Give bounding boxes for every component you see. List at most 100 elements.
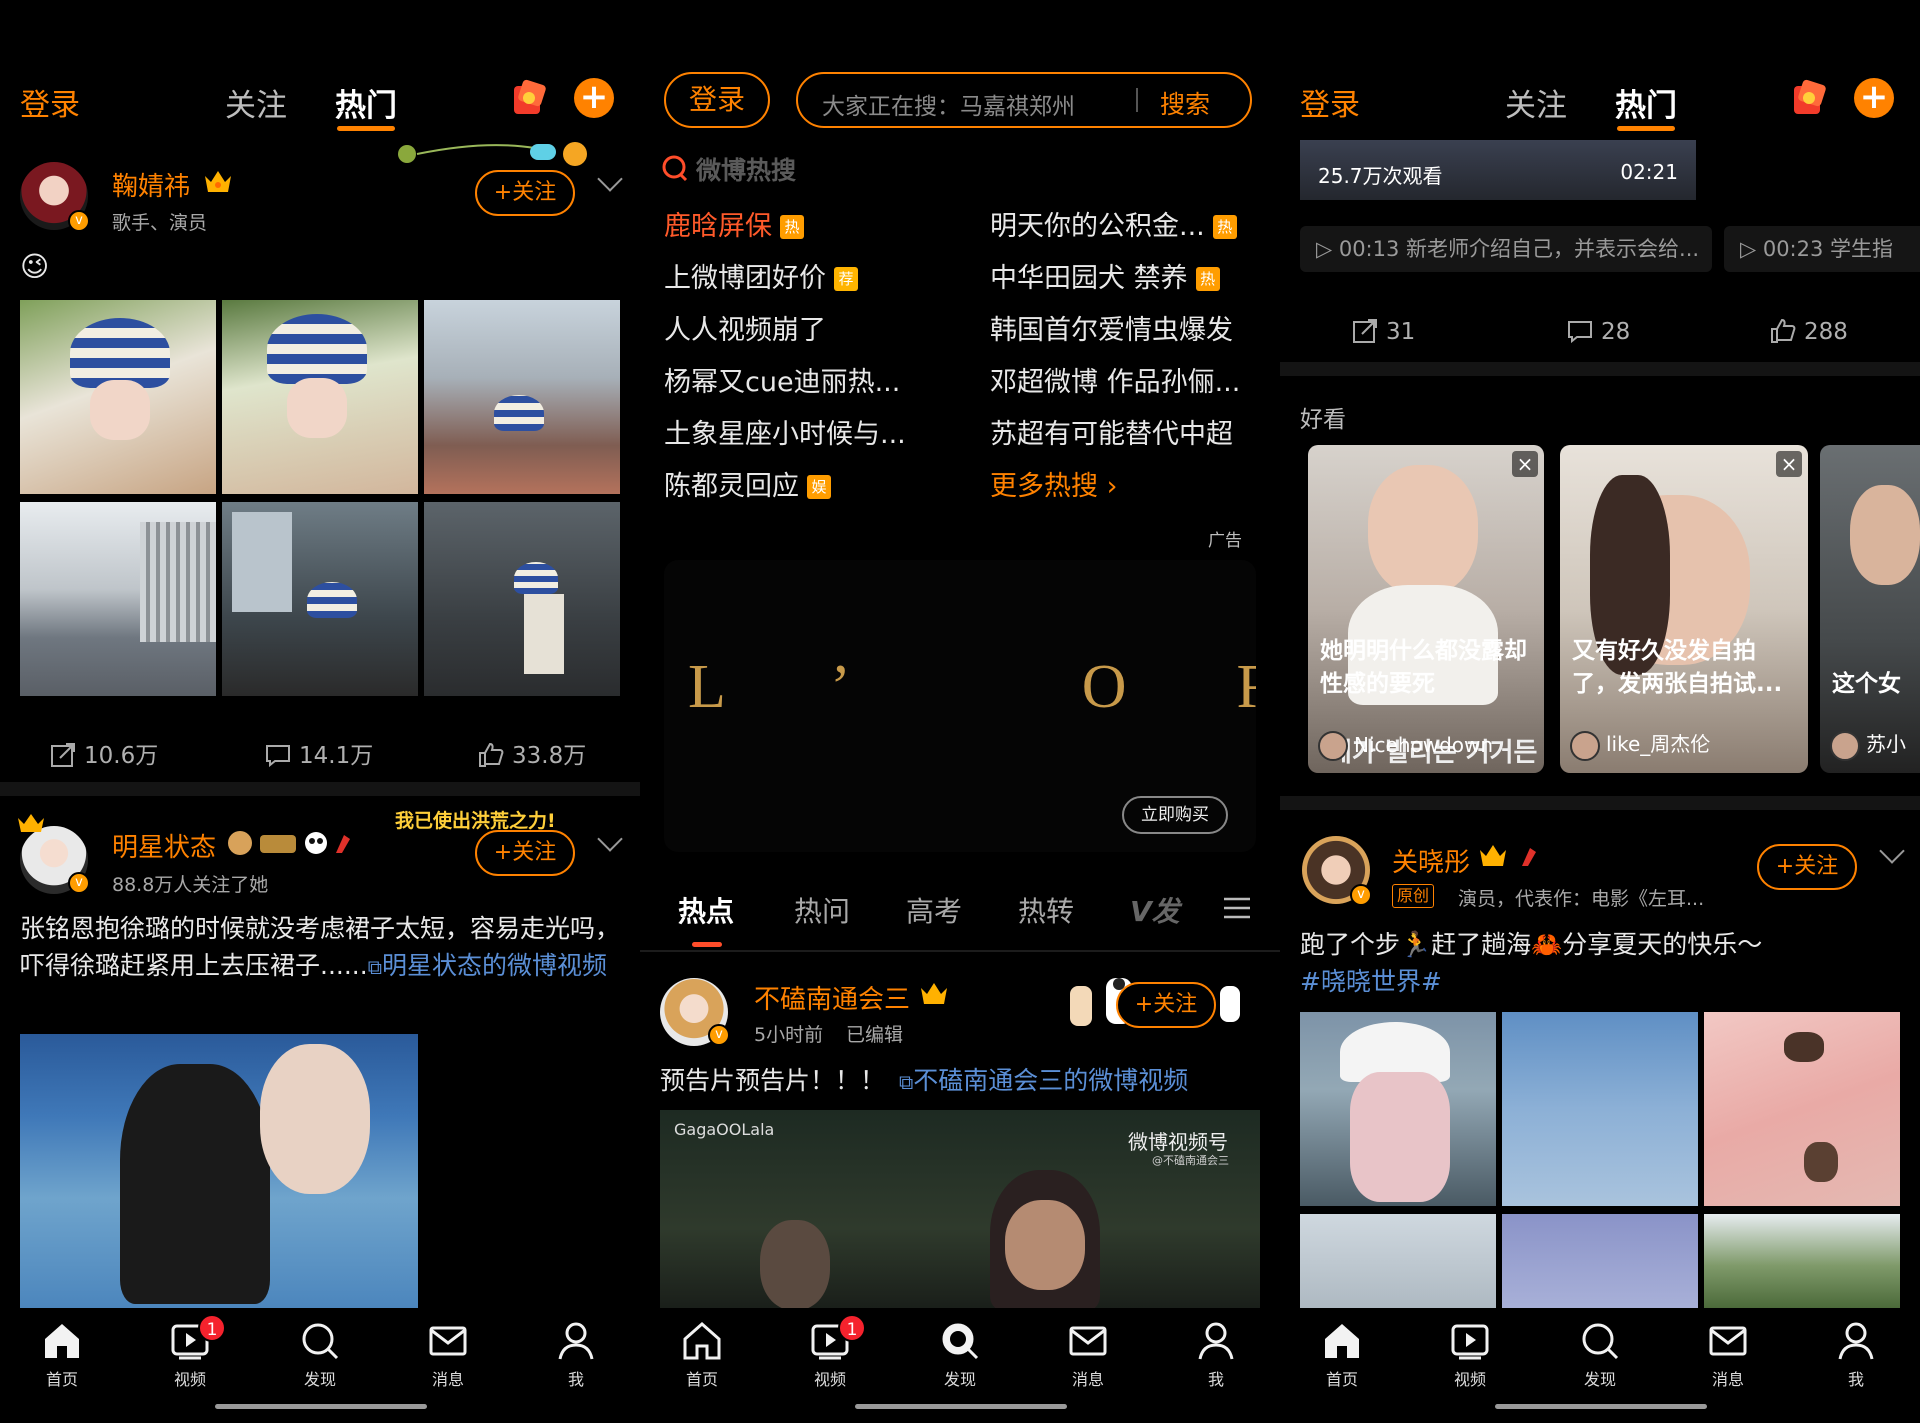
post-photo[interactable] bbox=[20, 502, 216, 696]
nav-messages[interactable]: 消息 bbox=[1688, 1320, 1768, 1390]
edited-label: 已编辑 bbox=[846, 1024, 904, 1046]
post-photo[interactable] bbox=[1704, 1012, 1900, 1206]
post-photo[interactable] bbox=[20, 300, 216, 494]
username[interactable]: 关晓彤 bbox=[1392, 842, 1470, 879]
subtab-questions[interactable]: 热问 bbox=[794, 890, 850, 930]
comment-stat[interactable]: 14.1万 bbox=[265, 736, 373, 770]
home-icon bbox=[683, 1321, 721, 1360]
red-packet-icon[interactable] bbox=[1790, 78, 1828, 118]
subtab-hotspot[interactable]: 热点 bbox=[678, 890, 734, 930]
post-photo[interactable] bbox=[1704, 1214, 1900, 1308]
username[interactable]: 鞠婧祎 bbox=[112, 166, 190, 203]
hot-search-item[interactable]: 鹿晗屏保热 bbox=[664, 204, 804, 243]
decoration-sticker-icon bbox=[398, 142, 587, 166]
nav-video[interactable]: 视频 1 bbox=[150, 1314, 230, 1390]
nav-me[interactable]: 我 bbox=[536, 1320, 616, 1390]
buy-now-button[interactable]: 立即购买 bbox=[1122, 796, 1228, 834]
post-photo[interactable] bbox=[424, 300, 620, 494]
nav-home[interactable]: 首页 bbox=[662, 1320, 742, 1390]
subtab-vfa[interactable]: V发 bbox=[1130, 890, 1180, 930]
nav-messages[interactable]: 消息 bbox=[1048, 1320, 1128, 1390]
compose-plus-button[interactable]: + bbox=[1854, 78, 1894, 118]
follow-button[interactable]: +关注 bbox=[1757, 844, 1857, 890]
tab-follow[interactable]: 关注 bbox=[1505, 80, 1567, 125]
verified-badge-icon: v bbox=[1350, 884, 1372, 906]
nav-discover[interactable]: 发现 bbox=[1560, 1320, 1640, 1390]
hashtag-link[interactable]: #晓晓世界# bbox=[1300, 967, 1442, 996]
hot-search-item[interactable]: 邓超微博 作品孙俪... bbox=[990, 360, 1240, 399]
post-photo[interactable] bbox=[222, 502, 418, 696]
recommend-card[interactable]: 又有好久没发自拍了，发两张自拍试... like_周杰伦 × bbox=[1560, 445, 1808, 773]
hot-search-item[interactable]: 韩国首尔爱情虫爆发 bbox=[990, 308, 1233, 347]
hot-search-item[interactable]: 陈都灵回应娱 bbox=[664, 464, 831, 503]
username[interactable]: 明星状态 bbox=[112, 827, 216, 864]
video-chapter-suggestion[interactable]: ▷ 00:23 学生指 bbox=[1724, 226, 1920, 272]
follow-button[interactable]: +关注 bbox=[475, 170, 575, 216]
recommend-card[interactable]: 데가 빌리는 거거든 她明明什么都没露却性感的要死 Nicehowdown × bbox=[1308, 445, 1544, 773]
repost-stat[interactable]: 10.6万 bbox=[50, 736, 158, 770]
follow-button[interactable]: +关注 bbox=[475, 830, 575, 876]
nav-video[interactable]: 视频 1 bbox=[790, 1314, 870, 1390]
compose-plus-button[interactable]: + bbox=[574, 78, 614, 118]
red-packet-icon[interactable] bbox=[510, 78, 548, 118]
nav-video[interactable]: 视频 bbox=[1430, 1320, 1510, 1390]
top-bar: 登录 关注 热门 + bbox=[1280, 70, 1920, 134]
home-indicator bbox=[1495, 1404, 1707, 1409]
repost-stat[interactable]: 31 bbox=[1352, 318, 1415, 345]
hot-search-item[interactable]: 人人视频崩了 bbox=[664, 308, 826, 347]
hot-search-item[interactable]: 苏超有可能替代中超 bbox=[990, 412, 1233, 451]
chevron-down-icon[interactable] bbox=[597, 826, 623, 852]
close-icon[interactable]: × bbox=[1512, 451, 1538, 477]
nav-me[interactable]: 我 bbox=[1176, 1320, 1256, 1390]
search-button[interactable]: 搜索 bbox=[1160, 85, 1210, 121]
card-user: Nicehowdown bbox=[1354, 733, 1494, 757]
search-box[interactable]: 大家正在搜：马嘉祺郑州 搜索 bbox=[796, 72, 1252, 128]
video-link[interactable]: ⧉不磕南通会三的微博视频 bbox=[899, 1066, 1188, 1095]
post-photo[interactable] bbox=[424, 502, 620, 696]
video-thumbnail[interactable]: 25.7万次观看 02:21 bbox=[1300, 140, 1696, 200]
subtab-hot-repost[interactable]: 热转 bbox=[1018, 890, 1074, 930]
home-indicator bbox=[215, 1404, 427, 1409]
video-thumbnail[interactable] bbox=[20, 1034, 418, 1308]
more-hot-search-link[interactable]: 更多热搜 › bbox=[990, 464, 1117, 503]
tab-hot[interactable]: 热门 bbox=[1615, 80, 1677, 131]
hot-search-item[interactable]: 明天你的公积金... 热 bbox=[990, 204, 1237, 243]
like-stat[interactable]: 288 bbox=[1770, 318, 1848, 345]
nav-home[interactable]: 首页 bbox=[22, 1320, 102, 1390]
tab-follow[interactable]: 关注 bbox=[225, 80, 287, 125]
comment-stat[interactable]: 28 bbox=[1567, 318, 1630, 345]
nav-messages[interactable]: 消息 bbox=[408, 1320, 488, 1390]
login-button[interactable]: 登录 bbox=[664, 72, 770, 128]
nav-home[interactable]: 首页 bbox=[1302, 1320, 1382, 1390]
follow-button[interactable]: +关注 bbox=[1116, 982, 1216, 1028]
post-photo[interactable] bbox=[1300, 1214, 1496, 1308]
username[interactable]: 不磕南通会三 bbox=[754, 979, 910, 1016]
tab-hot[interactable]: 热门 bbox=[335, 80, 397, 131]
chevron-down-icon[interactable] bbox=[597, 166, 623, 192]
hot-search-item[interactable]: 上微博团好价荐 bbox=[664, 256, 858, 295]
like-stat[interactable]: 33.8万 bbox=[478, 736, 586, 770]
hot-search-item[interactable]: 土象星座小时候与... bbox=[664, 412, 906, 451]
ad-banner[interactable]: L’ OR ÉA 立即购买 bbox=[664, 560, 1256, 852]
login-link[interactable]: 登录 bbox=[20, 80, 80, 124]
login-link[interactable]: 登录 bbox=[1300, 80, 1360, 124]
nav-me[interactable]: 我 bbox=[1816, 1320, 1896, 1390]
nav-discover[interactable]: 发现 bbox=[280, 1320, 360, 1390]
hot-search-item[interactable]: 中华田园犬 禁养热 bbox=[990, 256, 1220, 295]
video-thumbnail[interactable]: GagaOOLala 微博视频号 @不磕南通会三 bbox=[660, 1110, 1260, 1308]
close-icon[interactable]: × bbox=[1776, 451, 1802, 477]
menu-icon[interactable] bbox=[1222, 896, 1252, 920]
video-chapter-suggestion[interactable]: ▷ 00:13 新老师介绍自己，并表示会给... bbox=[1300, 226, 1712, 272]
video-link[interactable]: ⧉明星状态的微博视频 bbox=[368, 951, 607, 980]
recommend-card[interactable]: 这个女 苏小 bbox=[1820, 445, 1920, 773]
hot-search-title: 微博热搜 bbox=[696, 156, 797, 185]
post-photo[interactable] bbox=[222, 300, 418, 494]
mail-icon bbox=[1069, 1326, 1107, 1356]
post-photo[interactable] bbox=[1502, 1012, 1698, 1206]
nav-discover[interactable]: 发现 bbox=[920, 1320, 1000, 1390]
post-photo[interactable] bbox=[1300, 1012, 1496, 1206]
post-photo[interactable] bbox=[1502, 1214, 1698, 1308]
subtab-gaokao[interactable]: 高考 bbox=[906, 890, 962, 930]
chevron-down-icon[interactable] bbox=[1879, 838, 1905, 864]
hot-search-item[interactable]: 杨幂又cue迪丽热... bbox=[664, 360, 900, 399]
